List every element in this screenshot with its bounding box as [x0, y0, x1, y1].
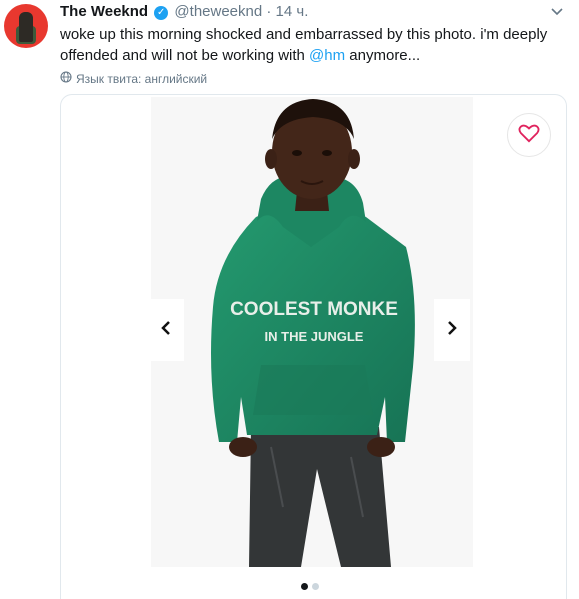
previous-image-button[interactable] [148, 299, 184, 361]
wishlist-heart-button[interactable] [507, 113, 551, 157]
heart-icon [518, 123, 540, 148]
chevron-left-icon [161, 320, 171, 340]
chevron-right-icon [447, 320, 457, 340]
language-label: Язык твита: английский [76, 71, 208, 86]
mention-link[interactable]: @hm [309, 47, 345, 64]
media-card: COOLEST MONKE IN THE JUNGLE [60, 94, 567, 599]
tweet-text-part1: woke up this morning shocked and embarra… [60, 26, 548, 64]
carousel-dot[interactable] [301, 583, 308, 590]
carousel-indicator [301, 583, 319, 590]
next-image-button[interactable] [434, 299, 470, 361]
tweet-header: The Weeknd ✓ @theweeknd · 14 ч. [60, 3, 308, 20]
globe-icon [60, 71, 72, 86]
header-separator: · [266, 3, 272, 20]
verified-badge-icon: ✓ [154, 6, 169, 20]
product-photo[interactable]: COOLEST MONKE IN THE JUNGLE [151, 97, 473, 567]
hoodie-print-line2: IN THE JUNGLE [265, 329, 364, 344]
hoodie-print-line1: COOLEST MONKE [230, 299, 398, 320]
tweet-text: woke up this morning shocked and embarra… [60, 24, 565, 66]
avatar[interactable] [4, 4, 48, 48]
tweet-text-part2: anymore... [345, 47, 421, 64]
tweet: The Weeknd ✓ @theweeknd · 14 ч. woke up … [0, 0, 579, 599]
chevron-down-icon[interactable] [549, 3, 565, 19]
carousel-dot[interactable] [312, 583, 319, 590]
tweet-timestamp[interactable]: 14 ч. [276, 3, 309, 20]
tweet-language-link[interactable]: Язык твита: английский [60, 71, 207, 86]
author-handle[interactable]: @theweeknd [174, 3, 262, 20]
author-name[interactable]: The Weeknd [60, 3, 148, 20]
